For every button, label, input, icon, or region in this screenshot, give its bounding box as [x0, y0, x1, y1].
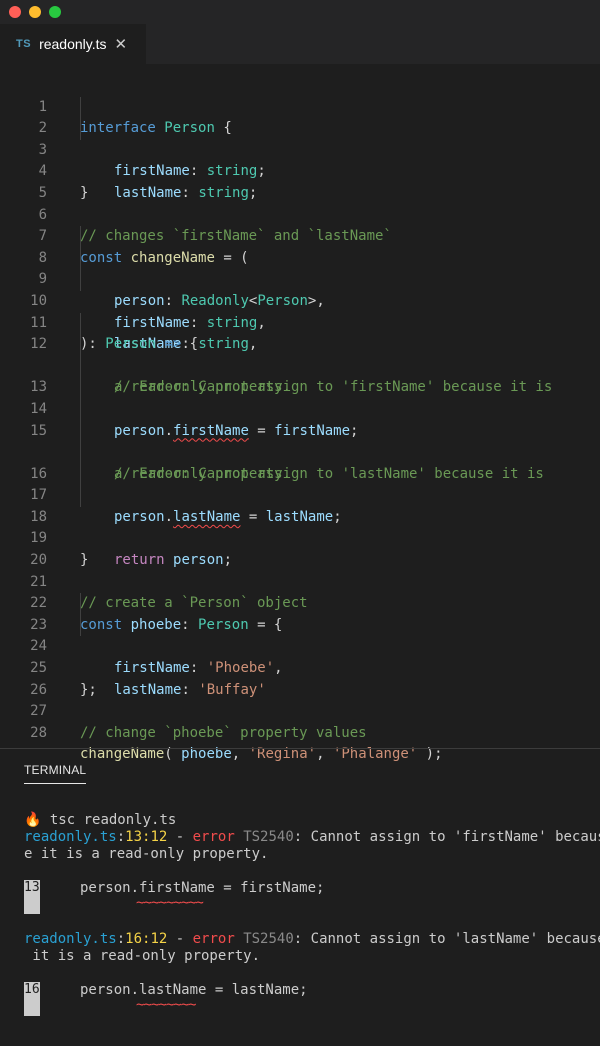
maximize-window-button[interactable] — [49, 6, 61, 18]
code-line: 25 }; — [0, 636, 600, 698]
terminal-command: tsc readonly.ts — [49, 812, 177, 828]
code-line: 8 person: Readonly<Person>, — [0, 226, 600, 309]
code-line: 26 — [0, 658, 600, 698]
code-line: 3 lastName: string; — [0, 118, 600, 201]
code-line: 23 firstName: 'Phoebe', — [0, 593, 600, 676]
code-line: 14 — [0, 377, 600, 417]
terminal-error-line-wrap: e it is a read-only property. — [24, 846, 269, 862]
close-window-button[interactable] — [9, 6, 21, 18]
code-line: 4 } — [0, 140, 600, 201]
error-snippet: 13 person.firstName = firstName; ~~~~~~~… — [24, 880, 584, 914]
code-line: 13 person.firstName = firstName; — [0, 355, 600, 439]
tab-terminal[interactable]: TERMINAL — [24, 763, 87, 784]
code-line: 10 lastName: string, — [0, 269, 600, 352]
code-line: 21 // create a `Person` object — [0, 550, 600, 612]
code-line: 11 ): Person => { — [0, 291, 600, 353]
code-line: 27 // change `phoebe` property values — [0, 680, 600, 741]
terminal-error-line: readonly.ts:13:12 - error TS2540: Cannot… — [24, 829, 600, 845]
line-number: 28 — [30, 724, 47, 741]
close-icon[interactable]: ✕ — [115, 36, 128, 52]
tab-bar: TS readonly.ts ✕ — [0, 24, 600, 64]
code-line: 18 return person; — [0, 485, 600, 568]
code-line: 7 const changeName = ( — [0, 205, 600, 266]
terminal-error-line-wrap: it is a read-only property. — [24, 948, 261, 964]
code-line-wrapped: a read-only property. — [0, 334, 600, 395]
fire-icon: 🔥 — [24, 812, 42, 828]
code-line-wrapped: a read-only property. — [0, 420, 600, 482]
terminal-command-line: 🔥 tsc readonly.ts — [24, 812, 584, 829]
snippet-line-number: 16 — [24, 982, 40, 1016]
code-line: 17 — [0, 463, 600, 503]
code-line: 28 changeName( phoebe, 'Regina', 'Phalan… — [0, 701, 600, 763]
code-line: 22 const phoebe: Person = { — [0, 572, 600, 633]
code-line: 2 firstName: string; — [0, 96, 600, 179]
minimize-window-button[interactable] — [29, 6, 41, 18]
code-line: 24 lastName: 'Buffay' — [0, 614, 600, 698]
code-line: 9 firstName: string, — [0, 247, 600, 331]
tab-filename: readonly.ts — [39, 36, 107, 52]
terminal-output[interactable]: 🔥 tsc readonly.ts readonly.ts:13:12 - er… — [24, 812, 600, 1016]
code-line: 1 interface Person { — [0, 75, 600, 137]
snippet-underline: ~~~~~~~~ — [136, 997, 196, 1013]
code-line: 15 // Error: Cannot assign to 'lastName'… — [0, 398, 600, 482]
snippet-underline: ~~~~~~~~~ — [136, 895, 204, 911]
code-line: 6 // changes `firstName` and `lastName` — [0, 183, 600, 245]
terminal-error-line: readonly.ts:16:12 - error TS2540: Cannot… — [24, 931, 600, 947]
code-line: 16 person.lastName = lastName; — [0, 442, 600, 525]
editor-window: TS readonly.ts ✕ 1 interface Person { 2 … — [0, 0, 600, 1046]
code-line: 5 — [0, 161, 600, 201]
panel-divider — [0, 748, 600, 749]
code-line: 12 // Error: Cannot assign to 'firstName… — [0, 312, 600, 395]
code-line: 20 — [0, 528, 600, 568]
tab-readonly-ts[interactable]: TS readonly.ts ✕ — [0, 24, 146, 64]
snippet-line-number: 13 — [24, 880, 40, 914]
typescript-icon: TS — [16, 38, 32, 50]
title-bar — [0, 0, 600, 24]
code-line: 19 } — [0, 507, 600, 568]
error-snippet: 16 person.lastName = lastName; ~~~~~~~~ — [24, 982, 584, 1016]
code-editor[interactable]: 1 interface Person { 2 firstName: string… — [0, 64, 600, 763]
